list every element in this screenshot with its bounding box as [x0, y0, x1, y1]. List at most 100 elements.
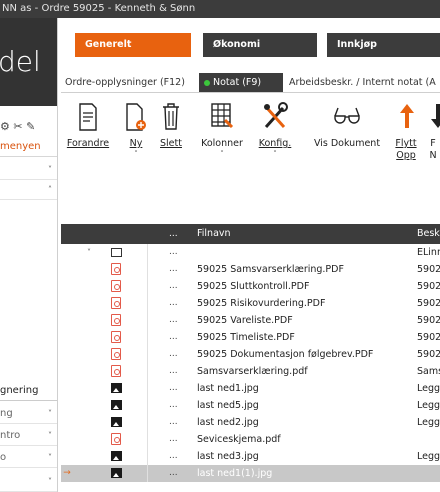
table-row[interactable]: ... last ned5.jpg Legg	[61, 397, 440, 414]
file-type-cell	[111, 448, 127, 465]
table-row[interactable]: ... 59025 Samsvarserklæring.PDF 5902	[61, 261, 440, 278]
row-options[interactable]: ...	[169, 295, 189, 312]
sidebar-item-label: gnering	[0, 385, 39, 396]
header-options[interactable]: ...	[169, 224, 189, 244]
row-options[interactable]: ...	[169, 448, 189, 465]
row-options[interactable]: ...	[169, 346, 189, 363]
sidebar-menu-title: menyen	[0, 141, 57, 157]
row-options[interactable]: ...	[169, 380, 189, 397]
file-type-cell	[111, 312, 127, 329]
table-row[interactable]: ... 59025 Timeliste.PDF 5902	[61, 329, 440, 346]
description-cell: 5902	[417, 315, 440, 326]
toolbar: Forandre Ny ˅ Slett Kolonner ˅ Konfig. ˅	[61, 94, 440, 204]
kolonner-button[interactable]: Kolonner ˅	[199, 100, 245, 158]
pdf-file-icon	[111, 263, 121, 275]
sidebar-item-5[interactable]: ntro ˅	[0, 426, 57, 446]
file-name-cell: Seviceskjema.pdf	[197, 434, 281, 445]
ny-label: Ny	[129, 138, 143, 149]
tab-notat[interactable]: Notat (F9)	[199, 73, 283, 92]
description-cell: Legg	[417, 383, 440, 394]
sidebar-item-2[interactable]: ˄	[0, 180, 57, 200]
flytt-opp-button[interactable]: Flytt Opp	[393, 100, 421, 162]
file-type-cell	[111, 329, 127, 346]
chevron-down-icon: ˅	[48, 453, 52, 462]
sidebar-item-4[interactable]: ng ˅	[0, 404, 57, 424]
flytt-ned-button[interactable]: F N	[427, 100, 440, 162]
row-options[interactable]: ...	[169, 431, 189, 448]
file-type-cell	[111, 363, 127, 380]
document-grid: ... Filnavn Besk ˅... ELinn... 59025 Samsv…	[61, 224, 440, 492]
column-header-beskrivelse[interactable]: Besk	[417, 224, 440, 244]
document-edit-icon	[79, 103, 97, 131]
column-divider	[147, 397, 148, 414]
row-options[interactable]: ...	[169, 278, 189, 295]
description-cell: Sams	[417, 366, 440, 377]
konfig-label: Konfig.	[258, 138, 292, 149]
file-type-cell	[111, 295, 127, 312]
column-divider	[147, 329, 148, 346]
table-row[interactable]: ˅... ELinn	[61, 244, 440, 261]
table-row[interactable]: ... 59025 Sluttkontroll.PDF 5902	[61, 278, 440, 295]
image-file-icon	[111, 417, 122, 427]
file-type-cell	[111, 397, 127, 414]
sidebar-item-registrering[interactable]: gnering	[0, 381, 57, 401]
row-options[interactable]: ...	[169, 312, 189, 329]
row-options[interactable]: ...	[169, 465, 189, 482]
generelt-button[interactable]: Generelt	[75, 33, 191, 57]
image-file-icon	[111, 383, 122, 393]
table-row[interactable]: ... last ned3.jpg Legg	[61, 448, 440, 465]
vis-dokument-button[interactable]: Vis Dokument	[311, 100, 383, 150]
pdf-file-icon	[111, 314, 121, 326]
column-header-filnavn[interactable]: Filnavn	[197, 224, 389, 244]
column-divider	[147, 363, 148, 380]
table-row[interactable]: ... last ned1.jpg Legg	[61, 380, 440, 397]
row-options[interactable]: ...	[169, 244, 189, 261]
tab-bar: Ordre-opplysninger (F12) Notat (F9) Arbe…	[61, 73, 440, 93]
konfig-button[interactable]: Konfig. ˅	[255, 100, 295, 158]
column-divider	[147, 448, 148, 465]
arrow-down-icon	[431, 104, 440, 128]
file-type-cell	[111, 278, 127, 295]
active-dot-icon	[204, 80, 210, 86]
sidebar-tool-icons[interactable]: ⚙ ✂ ✎	[0, 120, 57, 136]
okonomi-button[interactable]: Økonomi	[203, 33, 317, 57]
row-options[interactable]: ...	[169, 363, 189, 380]
tab-notat-label: Notat (F9)	[213, 77, 262, 88]
table-row[interactable]: ... Seviceskjema.pdf	[61, 431, 440, 448]
file-type-cell	[111, 465, 127, 482]
sidebar-item-7[interactable]: ˅	[0, 472, 57, 492]
innkjop-button[interactable]: Innkjøp	[327, 33, 440, 57]
ny-button[interactable]: Ny ˅	[123, 100, 149, 158]
chevron-down-icon: ˅	[48, 477, 52, 486]
file-name-cell: Samsvarserklæring.pdf	[197, 366, 308, 377]
tab-ordre-opplysninger[interactable]: Ordre-opplysninger (F12)	[65, 73, 185, 92]
table-row[interactable]: →... last ned1(1).jpg	[61, 465, 440, 482]
main-area: Generelt Økonomi Innkjøp Ordre-opplysnin…	[61, 18, 440, 492]
file-name-cell: 59025 Dokumentasjon følgebrev.PDF	[197, 349, 374, 360]
tab-arbeidsbeskrivelse[interactable]: Arbeidsbeskr. / Internt notat (A	[289, 73, 436, 92]
table-row[interactable]: ... 59025 Risikovurdering.PDF 5902	[61, 295, 440, 312]
file-type-cell	[111, 261, 127, 278]
row-options[interactable]: ...	[169, 261, 189, 278]
glasses-icon	[334, 107, 360, 124]
table-row[interactable]: ... 59025 Vareliste.PDF 5902	[61, 312, 440, 329]
forandre-button[interactable]: Forandre	[65, 100, 111, 150]
column-divider	[147, 414, 148, 431]
description-cell: 5902	[417, 264, 440, 275]
row-options[interactable]: ...	[169, 397, 189, 414]
sidebar-item-label: ng	[0, 408, 13, 419]
file-type-cell	[111, 414, 127, 431]
tree-toggle-icon[interactable]: ˅	[87, 244, 107, 261]
pdf-file-icon	[111, 348, 121, 360]
description-cell: 5902	[417, 298, 440, 309]
table-row[interactable]: ... Samsvarserklæring.pdf Sams	[61, 363, 440, 380]
sidebar-item-1[interactable]: ˅	[0, 160, 57, 180]
table-row[interactable]: ... 59025 Dokumentasjon følgebrev.PDF 5902	[61, 346, 440, 363]
slett-button[interactable]: Slett	[157, 100, 185, 150]
chevron-down-icon: ˅	[48, 409, 52, 418]
sidebar-item-6[interactable]: o ˅	[0, 448, 57, 468]
table-row[interactable]: ... last ned2.jpg Legg	[61, 414, 440, 431]
row-options[interactable]: ...	[169, 329, 189, 346]
file-name-cell: 59025 Timeliste.PDF	[197, 332, 295, 343]
row-options[interactable]: ...	[169, 414, 189, 431]
